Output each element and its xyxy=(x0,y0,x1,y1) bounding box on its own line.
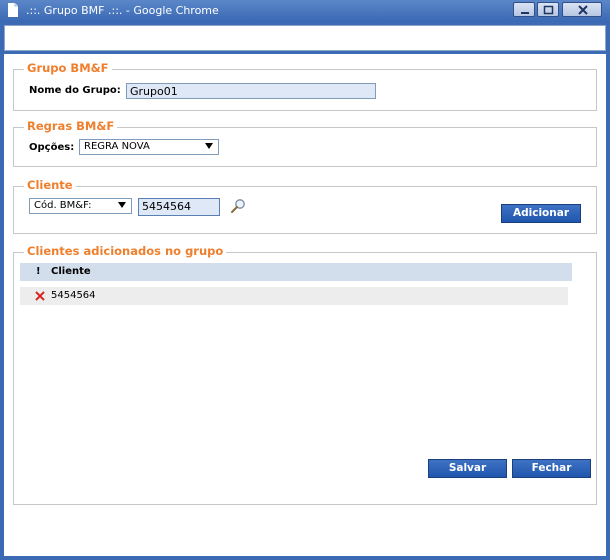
maximize-icon xyxy=(543,5,554,15)
page-content: Grupo BM&F Nome do Grupo: Grupo01 Regras… xyxy=(4,54,606,556)
maximize-button[interactable] xyxy=(537,2,559,17)
group-fieldset: Grupo BM&F Nome do Grupo: Grupo01 xyxy=(13,61,597,111)
rules-legend: Regras BM&F xyxy=(24,119,118,133)
client-legend: Cliente xyxy=(24,178,76,192)
client-fieldset: Cliente Cód. BM&F: 5454564 Adicionar xyxy=(13,178,597,234)
chevron-down-icon xyxy=(205,143,213,149)
added-clients-legend: Clientes adicionados no grupo xyxy=(24,244,227,258)
title-bar: .::. Grupo BMF .::. - Google Chrome xyxy=(0,0,610,22)
rules-fieldset: Regras BM&F Opções: REGRA NOVA xyxy=(13,119,597,167)
minimize-button[interactable] xyxy=(513,2,535,17)
table-row: 5454564 xyxy=(20,287,568,305)
close-button[interactable] xyxy=(562,2,602,17)
client-code-input[interactable]: 5454564 xyxy=(138,198,220,216)
chevron-down-icon xyxy=(118,202,126,208)
minimize-icon xyxy=(521,12,529,14)
address-bar[interactable] xyxy=(4,25,606,51)
client-type-select[interactable]: Cód. BM&F: xyxy=(29,198,132,214)
save-button[interactable]: Salvar xyxy=(428,459,507,478)
close-form-button[interactable]: Fechar xyxy=(512,459,591,478)
group-name-label: Nome do Grupo: xyxy=(29,85,121,96)
options-label: Opções: xyxy=(29,142,75,153)
group-legend: Grupo BM&F xyxy=(24,61,112,75)
document-icon xyxy=(8,3,18,17)
clients-table-header: ! Cliente xyxy=(20,263,572,281)
header-client: Cliente xyxy=(51,266,91,277)
window-title: .::. Grupo BMF .::. - Google Chrome xyxy=(26,4,219,17)
client-type-selected-value: Cód. BM&F: xyxy=(34,200,92,211)
header-flag: ! xyxy=(36,266,41,277)
row-client-code: 5454564 xyxy=(51,290,96,301)
options-selected-value: REGRA NOVA xyxy=(84,141,150,152)
close-icon xyxy=(578,5,588,15)
magnifier-icon[interactable] xyxy=(230,198,246,214)
remove-x-icon[interactable] xyxy=(35,291,45,301)
group-name-input[interactable]: Grupo01 xyxy=(126,83,376,99)
options-select[interactable]: REGRA NOVA xyxy=(79,139,219,155)
add-client-button[interactable]: Adicionar xyxy=(501,204,581,223)
